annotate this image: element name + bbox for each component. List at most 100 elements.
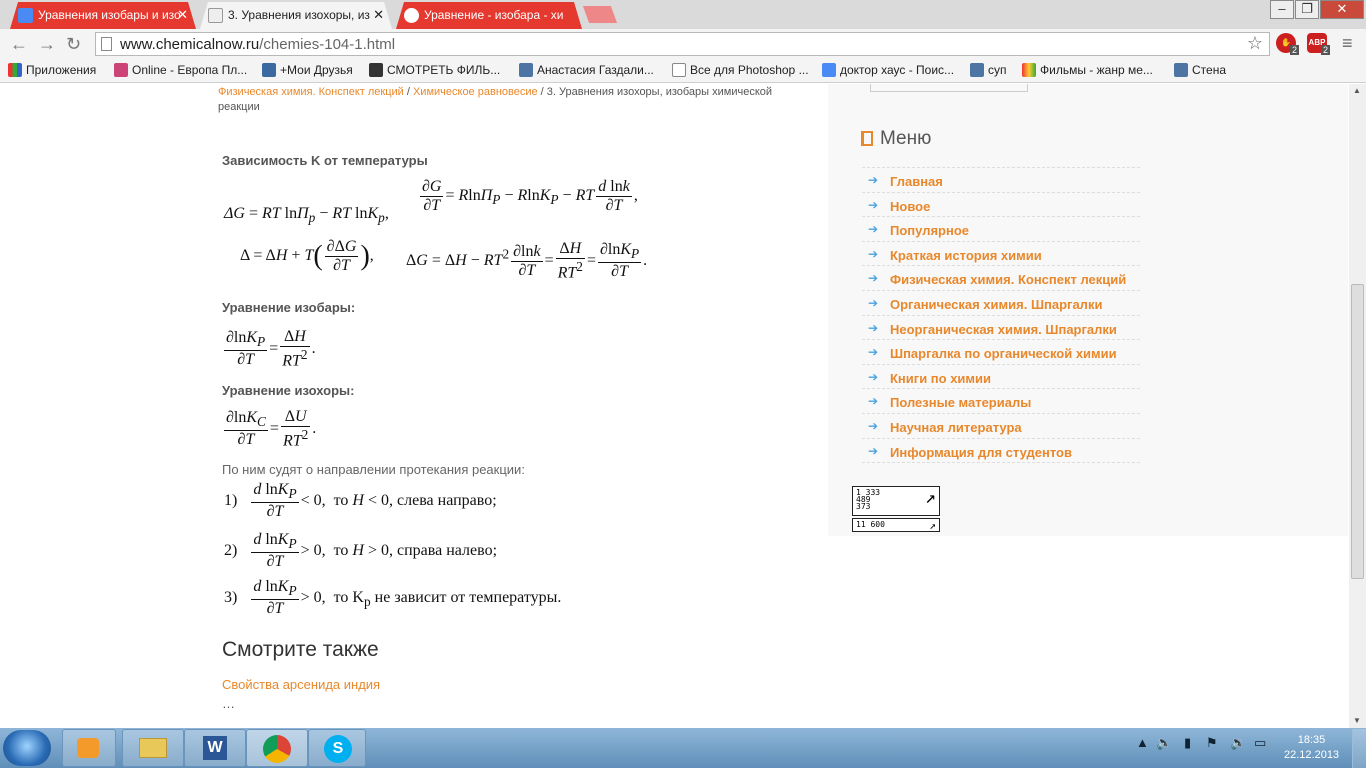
- menu-item[interactable]: ➔ Научная литература: [862, 413, 1140, 438]
- condition-then: то: [333, 491, 349, 509]
- menu-item[interactable]: ➔ Популярное: [862, 216, 1140, 241]
- explorer-button[interactable]: [122, 729, 184, 767]
- bookmark-label: суп: [988, 63, 1007, 77]
- see-also-link[interactable]: Свойства арсенида индия: [222, 677, 380, 692]
- page-icon: [672, 63, 686, 77]
- tab-1[interactable]: Уравнения изобары и изо ✕: [10, 2, 196, 29]
- menu-item[interactable]: ➔ Органическая химия. Шпаргалки: [862, 290, 1140, 315]
- ellipsis: …: [222, 696, 235, 711]
- new-tab-button[interactable]: [582, 6, 618, 23]
- condition-sub: p: [363, 593, 371, 609]
- scrollbar-thumb[interactable]: [1351, 284, 1364, 579]
- arrow-right-icon: ➔: [868, 247, 879, 261]
- site-favicon-icon: [404, 8, 419, 23]
- arrow-right-icon: ➔: [868, 345, 879, 359]
- menu-item[interactable]: ➔ Книги по химии: [862, 364, 1140, 389]
- menu-item-label: Главная: [890, 174, 943, 189]
- lips-icon: [114, 63, 128, 77]
- bookmark-star-icon[interactable]: ☆: [1247, 33, 1263, 54]
- menu-item-label: Шпаргалка по органической химии: [890, 346, 1117, 361]
- menu-item-label: Полезные материалы: [890, 395, 1032, 410]
- condition-sign: > 0,: [300, 588, 326, 606]
- volume-icon[interactable]: 🔉: [1230, 735, 1246, 751]
- bookmark-item[interactable]: Стена: [1174, 63, 1226, 77]
- menu-item[interactable]: ➔ Краткая история химии: [862, 241, 1140, 266]
- breadcrumb-link[interactable]: Физическая химия. Конспект лекций: [218, 86, 404, 98]
- menu-item[interactable]: ➔ Физическая химия. Конспект лекций: [862, 265, 1140, 290]
- bookmark-item[interactable]: +Мои Друзья: [262, 63, 353, 77]
- condition-number: 3): [224, 588, 238, 606]
- media-player-button[interactable]: [62, 729, 116, 767]
- menu-icon[interactable]: ≡: [1342, 33, 1353, 54]
- menu-item[interactable]: ➔ Неорганическая химия. Шпаргалки: [862, 315, 1140, 340]
- arrow-right-icon: ➔: [868, 198, 879, 212]
- maximize-button[interactable]: ❐: [1295, 0, 1319, 19]
- scroll-down-icon[interactable]: ▼: [1353, 716, 1361, 725]
- word-button[interactable]: W: [184, 729, 246, 767]
- flag-icon[interactable]: ⚑: [1206, 735, 1218, 751]
- close-icon[interactable]: ✕: [373, 7, 384, 23]
- bookmark-item[interactable]: Все для Photoshop ...: [672, 63, 809, 77]
- chrome-button[interactable]: [246, 729, 308, 767]
- menu-item[interactable]: ➔ Новое: [862, 192, 1140, 217]
- breadcrumb-link[interactable]: Химическое равновесие: [413, 86, 538, 98]
- bookmark-label: Приложения: [26, 63, 97, 77]
- formula-image: ΔG = ΔH − RT2 ∂lnk ∂T = ΔH RT2 = ∂lnKP ∂T.: [406, 240, 648, 282]
- visit-counter[interactable]: 11 600 ↗: [852, 518, 940, 532]
- formula-image: ∂lnKC ∂T = ΔU RT2.: [224, 408, 317, 450]
- bookmark-label: Анастасия Газдали...: [537, 63, 654, 77]
- menu-item[interactable]: ➔ Шпаргалка по органической химии: [862, 339, 1140, 364]
- network-icon[interactable]: ▮: [1184, 735, 1191, 751]
- bookmark-label: Все для Photoshop ...: [690, 63, 809, 77]
- minimize-button[interactable]: –: [1270, 0, 1294, 19]
- google-icon: [822, 63, 836, 77]
- menu-item[interactable]: ➔ Главная: [862, 167, 1140, 192]
- menu-item[interactable]: ➔ Информация для студентов: [862, 438, 1140, 463]
- scroll-up-icon[interactable]: ▲: [1353, 86, 1361, 95]
- bookmark-item[interactable]: доктор хаус - Поис...: [822, 63, 954, 77]
- page-favicon-icon: [208, 8, 223, 23]
- tab-3[interactable]: Уравнение - изобара - хи: [396, 2, 582, 29]
- address-bar[interactable]: www.chemicalnow.ru/chemies-104-1.html ☆: [95, 32, 1270, 56]
- bookmark-item[interactable]: Online - Европа Пл...: [114, 63, 247, 77]
- paragraph: По ним судят о направлении протекания ре…: [222, 462, 525, 477]
- arrow-right-icon: ➔: [868, 370, 879, 384]
- bookmark-label: Online - Европа Пл...: [132, 63, 248, 77]
- window-close-button[interactable]: ✕: [1320, 0, 1364, 19]
- skype-button[interactable]: S: [308, 729, 366, 767]
- breadcrumb-separator: /: [537, 86, 547, 98]
- close-icon[interactable]: ✕: [177, 7, 188, 23]
- bookmark-item[interactable]: Анастасия Газдали...: [519, 63, 654, 77]
- visit-counter[interactable]: 1 333 489 373 ↗: [852, 486, 940, 516]
- reload-icon[interactable]: ↻: [66, 34, 81, 55]
- bookmark-item[interactable]: Фильмы - жанр ме...: [1022, 63, 1153, 77]
- menu-title: Меню: [880, 128, 932, 149]
- show-desktop-button[interactable]: [1352, 729, 1366, 768]
- section-heading: Зависимость K от температуры: [222, 153, 428, 168]
- bookmark-apps[interactable]: Приложения: [8, 63, 96, 77]
- show-hidden-icons[interactable]: ▲: [1136, 735, 1149, 750]
- tab-2[interactable]: 3. Уравнения изохоры, из ✕: [200, 2, 392, 29]
- clock[interactable]: 18:35 22.12.2013: [1284, 733, 1339, 763]
- speaker-icon[interactable]: 🔈: [1156, 735, 1172, 751]
- forward-icon[interactable]: →: [38, 34, 56, 55]
- bookmark-item[interactable]: суп: [970, 63, 1007, 77]
- menu-item-label: Популярное: [890, 223, 970, 238]
- condition-cmp: < 0,: [367, 491, 394, 509]
- menu-item-label: Новое: [890, 199, 931, 214]
- formula-image: ΔG = RT lnΠp − RT lnKp,: [224, 205, 389, 226]
- menu-item[interactable]: ➔ Полезные материалы: [862, 388, 1140, 413]
- condition-number: 2): [224, 541, 238, 559]
- tab-1-title: Уравнения изобары и изо: [38, 8, 181, 22]
- battery-icon[interactable]: ▭: [1254, 735, 1266, 751]
- chrome-icon: [263, 735, 291, 763]
- start-button[interactable]: [3, 730, 51, 766]
- condition-result: справа налево;: [397, 541, 498, 559]
- arrow-up-right-icon: ↗: [929, 519, 936, 532]
- bookmark-item[interactable]: СМОТРЕТЬ ФИЛЬ...: [369, 63, 500, 77]
- back-icon[interactable]: ←: [10, 34, 28, 55]
- menu-item-label: Информация для студентов: [890, 445, 1072, 460]
- arrow-right-icon: ➔: [868, 222, 879, 236]
- menu-item-label: Физическая химия. Конспект лекций: [890, 272, 1127, 287]
- page-icon: [101, 37, 112, 51]
